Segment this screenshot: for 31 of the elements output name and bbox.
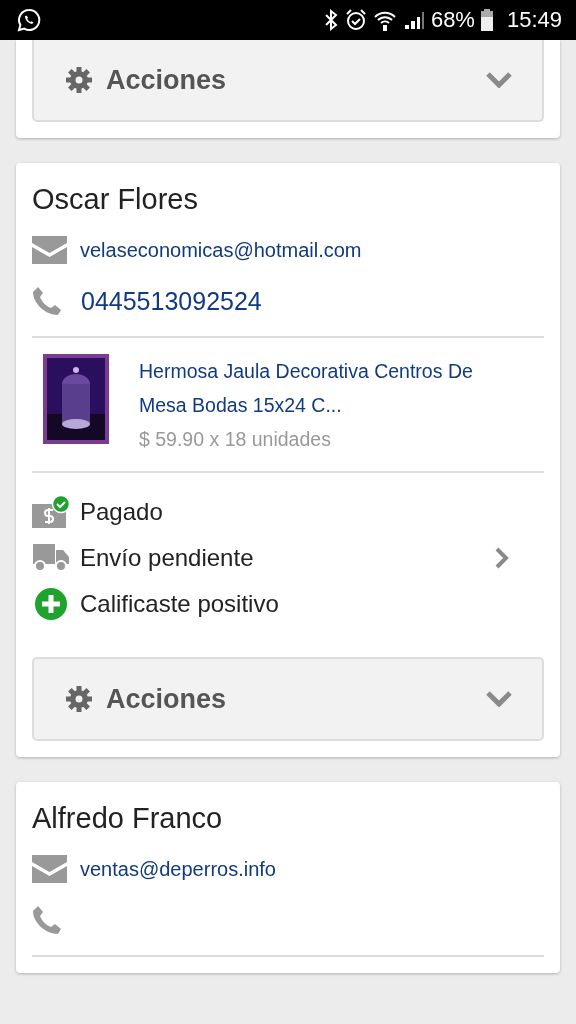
status-label: Pagado xyxy=(80,498,163,526)
actions-dropdown[interactable]: Acciones xyxy=(32,40,544,122)
gear-icon xyxy=(66,67,92,93)
gear-icon xyxy=(66,686,92,712)
email-link[interactable]: velaseconomicas@hotmail.com xyxy=(80,238,362,262)
product-link[interactable]: Hermosa Jaula Decorativa Centros De Mesa Bodas 15x24 C... xyxy=(139,354,489,422)
buyer-name: Oscar Flores xyxy=(32,183,199,216)
battery-icon xyxy=(480,9,493,31)
chevron-right-icon[interactable] xyxy=(495,547,509,569)
phone-icon xyxy=(32,286,62,316)
status-label: Envío pendiente xyxy=(80,544,254,572)
phone-icon xyxy=(32,905,62,935)
paid-money-icon xyxy=(32,495,70,529)
signal-icon xyxy=(402,9,425,31)
clock-time: 15:49 xyxy=(506,7,562,33)
truck-icon xyxy=(32,544,70,572)
actions-dropdown[interactable]: Acciones xyxy=(32,657,544,741)
status-label: Calificaste positivo xyxy=(80,590,279,618)
battery-percentage: 68% xyxy=(430,7,475,33)
envelope-icon xyxy=(32,236,67,264)
price-quantity: $ 59.90 x 18 unidades xyxy=(139,428,332,451)
email-link[interactable]: ventas@deperros.info xyxy=(80,857,276,881)
chat-app-icon xyxy=(16,7,42,33)
buyer-name: Alfredo Franco xyxy=(32,802,224,835)
alarm-icon xyxy=(344,8,367,32)
bluetooth-icon xyxy=(322,8,339,32)
envelope-icon xyxy=(32,855,67,883)
plus-circle-icon xyxy=(32,587,70,621)
phone-link[interactable]: 0445513092524 xyxy=(81,286,262,316)
chevron-down-icon xyxy=(486,691,512,707)
chevron-down-icon xyxy=(486,72,512,88)
